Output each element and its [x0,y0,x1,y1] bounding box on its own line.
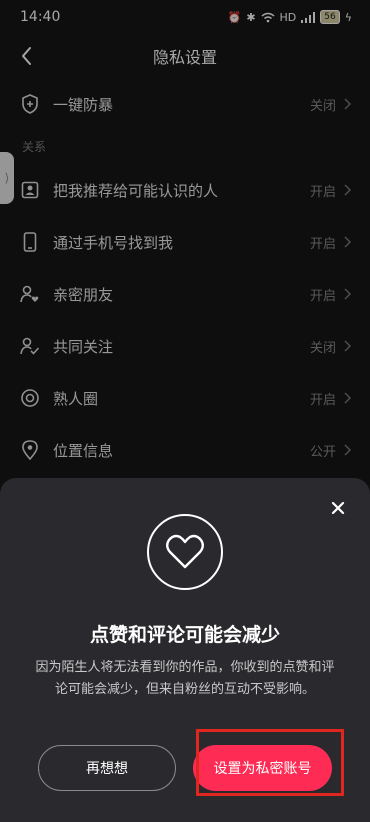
close-button[interactable] [328,498,348,518]
heart-icon [166,534,204,569]
dialog-description: 因为陌生人将无法看到你的作品，你收到的点赞和评论可能会减少，但来自粉丝的互动不受… [35,660,335,697]
heart-badge [147,514,223,590]
screen: 14:40 ⏰ ✱ HD 56 ϟ 隐私设置 一键防暴 关闭 关系 把我推荐给可… [0,0,370,822]
set-private-account-button[interactable]: 设置为私密账号 [193,745,332,791]
confirm-sheet: 点赞和评论可能会减少 因为陌生人将无法看到你的作品，你收到的点赞和评论可能会减少… [0,478,370,822]
dialog-title: 点赞和评论可能会减少 [89,624,280,646]
rethink-button[interactable]: 再想想 [38,745,176,791]
close-icon [331,501,345,515]
